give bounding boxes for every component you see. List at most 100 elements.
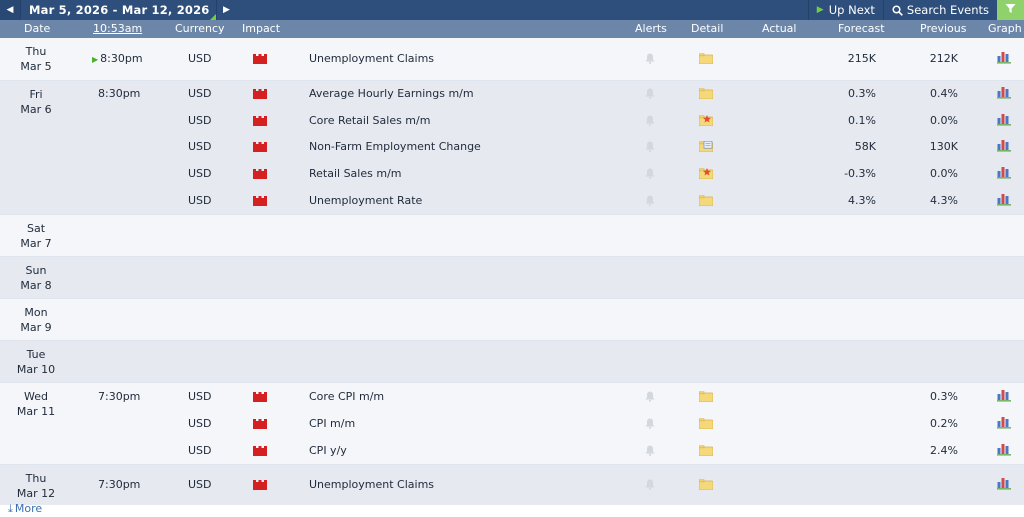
high-impact-icon[interactable] xyxy=(253,418,267,432)
col-graph: Graph xyxy=(988,22,1022,35)
download-arrow-icon: ⤓ xyxy=(8,502,13,515)
next-week-button[interactable]: ▶ xyxy=(217,0,237,20)
event-currency: USD xyxy=(188,87,212,101)
event-title[interactable]: Non-Farm Employment Change xyxy=(309,140,481,153)
search-events-button[interactable]: Search Events xyxy=(882,0,997,20)
folder-document-icon[interactable] xyxy=(698,141,714,155)
day-date: Mar 7 xyxy=(20,237,52,250)
bar-chart-icon[interactable] xyxy=(997,477,1011,493)
bar-chart-icon[interactable] xyxy=(997,51,1011,67)
high-impact-icon[interactable] xyxy=(253,391,267,405)
folder-icon[interactable] xyxy=(698,417,714,432)
event-row[interactable]: USD Unemployment Rate 4.3% 4.3% xyxy=(72,187,1024,214)
high-impact-icon[interactable] xyxy=(253,142,267,155)
day-cell: Fri Mar 6 xyxy=(0,87,72,117)
event-title[interactable]: Average Hourly Earnings m/m xyxy=(309,87,474,100)
bar-chart-icon[interactable] xyxy=(997,443,1011,459)
day-group-sun: Sun Mar 8 xyxy=(0,256,1024,298)
folder-starred-icon[interactable] xyxy=(698,168,714,182)
bar-chart-icon[interactable] xyxy=(997,113,1011,129)
bell-icon[interactable] xyxy=(645,88,655,102)
triangle-left-icon: ◀ xyxy=(6,5,14,15)
event-title[interactable]: Core Retail Sales m/m xyxy=(309,114,430,127)
event-row[interactable]: 8:30pm USD Average Hourly Earnings m/m 0.3%… xyxy=(72,81,1024,108)
event-currency: USD xyxy=(188,140,212,154)
event-currency: USD xyxy=(188,443,212,457)
bell-icon[interactable] xyxy=(645,53,655,67)
prev-week-button[interactable]: ◀ xyxy=(0,0,20,20)
calendar-toolbar: ◀ Mar 5, 2026 - Mar 12, 2026 ▶ ▶ Up Next… xyxy=(0,0,1024,20)
event-title[interactable]: Unemployment Claims xyxy=(309,478,434,491)
event-title[interactable]: Retail Sales m/m xyxy=(309,167,402,180)
folder-starred-icon[interactable] xyxy=(698,114,714,129)
day-of-week: Mon xyxy=(24,306,48,319)
event-previous: 4.3% xyxy=(930,193,958,207)
event-row[interactable]: USD Core Retail Sales m/m 0.1% 0.0% xyxy=(72,108,1024,135)
high-impact-icon[interactable] xyxy=(253,445,267,459)
day-cell: Sun Mar 8 xyxy=(0,263,72,293)
folder-icon[interactable] xyxy=(698,479,714,493)
high-impact-icon[interactable] xyxy=(253,169,267,182)
bell-icon[interactable] xyxy=(645,168,655,182)
high-impact-icon[interactable] xyxy=(253,480,267,493)
event-previous: 0.3% xyxy=(930,389,958,403)
event-currency: USD xyxy=(188,416,212,430)
bar-chart-icon[interactable] xyxy=(997,166,1011,182)
play-icon: ▶ xyxy=(816,5,824,15)
col-impact: Impact xyxy=(242,22,281,35)
high-impact-icon[interactable] xyxy=(253,54,267,67)
event-title[interactable]: CPI y/y xyxy=(309,444,347,457)
bell-icon[interactable] xyxy=(645,479,655,493)
day-group-sat: Sat Mar 7 xyxy=(0,214,1024,256)
bell-icon[interactable] xyxy=(645,445,655,459)
event-row[interactable]: USD CPI y/y 2.4% xyxy=(72,437,1024,464)
day-group-wed: Wed Mar 11 7:30pm USD Core CPI m/m 0.3% USD CPI… xyxy=(0,382,1024,464)
folder-icon[interactable] xyxy=(698,444,714,459)
event-row[interactable]: 7:30pm USD Core CPI m/m 0.3% xyxy=(72,383,1024,410)
day-group-fri: Fri Mar 6 8:30pm USD Average Hourly Earnings… xyxy=(0,80,1024,214)
event-title[interactable]: Unemployment Rate xyxy=(309,194,422,207)
bell-icon[interactable] xyxy=(645,418,655,432)
date-range-label[interactable]: Mar 5, 2026 - Mar 12, 2026 xyxy=(20,0,217,20)
folder-icon[interactable] xyxy=(698,88,714,102)
bar-chart-icon[interactable] xyxy=(997,416,1011,432)
more-link[interactable]: ⤓ More xyxy=(8,502,42,516)
event-time: 7:30pm xyxy=(98,389,141,403)
high-impact-icon[interactable] xyxy=(253,89,267,102)
bar-chart-icon[interactable] xyxy=(997,389,1011,405)
col-current-time[interactable]: 10:53am xyxy=(93,22,142,35)
event-currency: USD xyxy=(188,167,212,181)
bell-icon[interactable] xyxy=(645,115,655,129)
event-row[interactable]: ▶ 8:30pm USD Unemployment Claims 215K 212K xyxy=(72,38,1024,80)
event-currency: USD xyxy=(188,389,212,403)
event-forecast: 215K xyxy=(847,52,876,65)
event-row[interactable]: USD Retail Sales m/m -0.3% 0.0% xyxy=(72,161,1024,188)
event-title[interactable]: Core CPI m/m xyxy=(309,390,384,403)
col-currency: Currency xyxy=(175,22,225,35)
up-next-button[interactable]: ▶ Up Next xyxy=(807,0,883,20)
day-of-week: Wed xyxy=(24,390,48,403)
folder-icon[interactable] xyxy=(698,390,714,405)
high-impact-icon[interactable] xyxy=(253,195,267,209)
event-title[interactable]: Unemployment Claims xyxy=(309,52,434,65)
high-impact-icon[interactable] xyxy=(253,115,267,129)
bell-icon[interactable] xyxy=(645,141,655,155)
bar-chart-icon[interactable] xyxy=(997,86,1011,102)
event-row[interactable]: 7:30pm USD Unemployment Claims xyxy=(72,465,1024,505)
event-time: ▶ 8:30pm xyxy=(92,52,143,65)
event-row[interactable]: USD CPI m/m 0.2% xyxy=(72,410,1024,437)
event-title[interactable]: CPI m/m xyxy=(309,417,355,430)
bar-chart-icon[interactable] xyxy=(997,193,1011,209)
event-row[interactable]: USD Non-Farm Employment Change 58K 130K xyxy=(72,134,1024,161)
bar-chart-icon[interactable] xyxy=(997,139,1011,155)
event-forecast: 0.1% xyxy=(848,113,876,127)
bell-icon[interactable] xyxy=(645,195,655,209)
folder-icon[interactable] xyxy=(698,195,714,209)
folder-icon[interactable] xyxy=(698,53,714,67)
day-date: Mar 11 xyxy=(16,405,56,418)
day-group-thu: Thu Mar 5 ▶ 8:30pm USD Unemployment Claims 215… xyxy=(0,38,1024,80)
filter-button[interactable] xyxy=(997,0,1024,20)
day-cell: Thu Mar 12 xyxy=(0,471,72,501)
bell-icon[interactable] xyxy=(645,391,655,405)
event-forecast: 4.3% xyxy=(848,193,876,207)
